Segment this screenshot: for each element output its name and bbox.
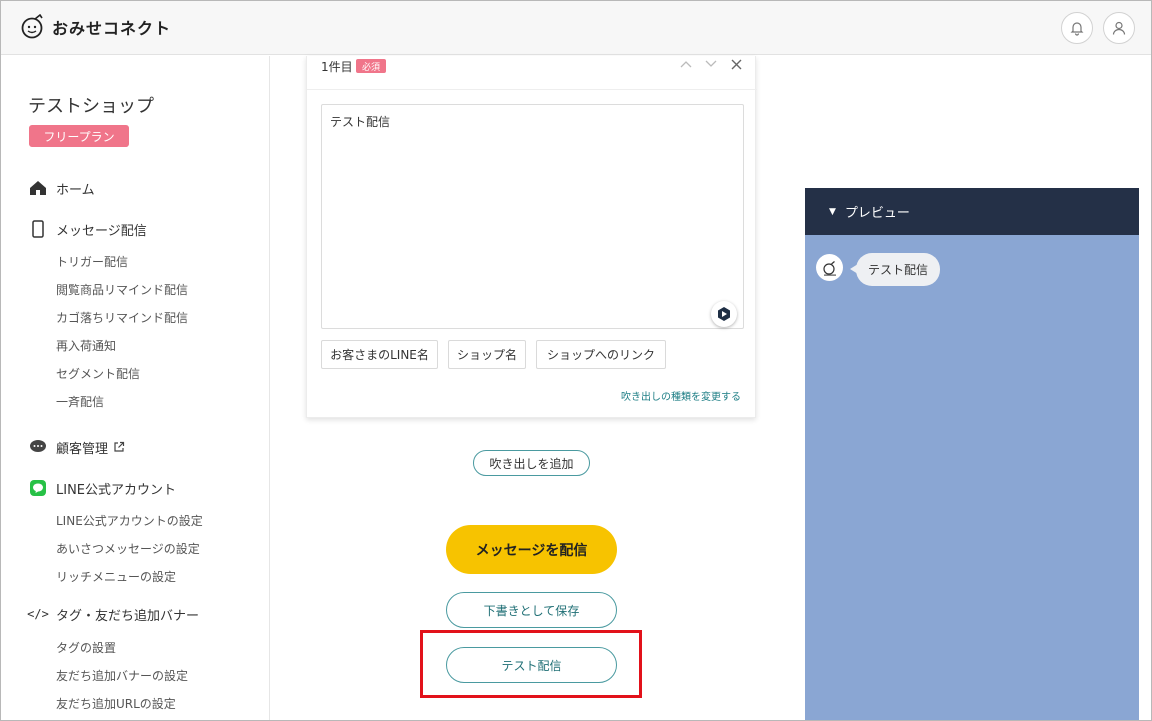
preview-header[interactable]: ▼ プレビュー	[805, 188, 1139, 235]
sidebar-subitem-cart-reminder[interactable]: カゴ落ちリマインド配信	[56, 309, 188, 327]
move-down-button[interactable]	[702, 54, 720, 74]
chat-bubble-icon	[28, 437, 48, 457]
test-send-button[interactable]: テスト配信	[446, 647, 617, 683]
insert-shop-name-button[interactable]: ショップ名	[448, 340, 526, 369]
chevron-down-icon	[705, 60, 717, 67]
sidebar-subitem-restock[interactable]: 再入荷通知	[56, 337, 116, 355]
sidebar-item-label: メッセージ配信	[56, 223, 147, 239]
sidebar-subitem-trigger[interactable]: トリガー配信	[56, 253, 128, 271]
sidebar-subitem-friend-banner[interactable]: 友だち追加バナーの設定	[56, 667, 188, 685]
sidebar-subitem-line-settings[interactable]: LINE公式アカウントの設定	[56, 512, 203, 530]
sidebar-item-label: 顧客管理	[56, 441, 109, 457]
user-icon	[1112, 21, 1126, 35]
close-button[interactable]	[727, 54, 745, 74]
home-icon	[28, 178, 48, 198]
bell-icon	[1070, 22, 1084, 36]
sidebar-subitem-segment[interactable]: セグメント配信	[56, 365, 140, 383]
caret-down-icon: ▼	[829, 206, 836, 217]
send-message-button[interactable]: メッセージを配信	[446, 525, 617, 574]
logo-icon	[21, 14, 43, 39]
emoji-button[interactable]	[711, 301, 737, 327]
sidebar-item-home[interactable]: ホーム	[28, 177, 95, 199]
sidebar-item-label: タグ・友だち追加バナー	[56, 608, 200, 624]
save-draft-button[interactable]: 下書きとして保存	[446, 592, 617, 628]
preview-panel: ▼ プレビュー テスト配信	[805, 188, 1139, 721]
smartphone-icon	[28, 219, 48, 239]
sidebar-item-label: LINE公式アカウント	[56, 482, 177, 498]
sidebar: テストショップ フリープラン ホーム メッセージ配信 トリガー配信 閲覧商品リマ…	[0, 56, 270, 721]
chevron-up-icon	[680, 61, 692, 68]
preview-message-bubble: テスト配信	[856, 253, 941, 286]
emoji-icon	[718, 307, 730, 321]
sidebar-item-customers[interactable]: 顧客管理	[28, 436, 125, 458]
sidebar-subitem-viewed-reminder[interactable]: 閲覧商品リマインド配信	[56, 281, 188, 299]
brand-name: おみせコネクト	[52, 19, 172, 38]
sidebar-subitem-rich-menu[interactable]: リッチメニューの設定	[56, 568, 176, 586]
insert-shop-link-button[interactable]: ショップへのリンク	[536, 340, 666, 369]
sidebar-subitem-friend-url[interactable]: 友だち追加URLの設定	[56, 695, 176, 713]
avatar	[816, 254, 843, 281]
insert-line-name-button[interactable]: お客さまのLINE名	[321, 340, 438, 369]
add-bubble-button[interactable]: 吹き出しを追加	[473, 450, 590, 476]
notification-button[interactable]	[1061, 12, 1093, 44]
sidebar-item-message[interactable]: メッセージ配信	[28, 218, 147, 240]
shop-avatar-icon	[822, 260, 836, 276]
account-button[interactable]	[1103, 12, 1135, 44]
card-header: 1件目 必須	[307, 56, 757, 90]
plan-badge: フリープラン	[29, 125, 129, 147]
move-up-button[interactable]	[677, 54, 695, 74]
card-title: 1件目	[321, 60, 353, 74]
preview-title: プレビュー	[844, 206, 910, 221]
close-icon	[731, 59, 741, 69]
sidebar-item-tags[interactable]: </> タグ・友だち追加バナー	[27, 603, 200, 625]
brand-logo[interactable]: おみせコネクト	[20, 10, 171, 44]
message-composer-card: 1件目 必須 テスト配信 お客さまのLINE名 ショップ名 ショップへのリンク …	[306, 56, 757, 418]
external-link-icon	[114, 441, 125, 452]
sidebar-item-line[interactable]: LINE公式アカウント	[28, 477, 176, 499]
message-textarea[interactable]: テスト配信	[321, 104, 744, 329]
sidebar-subitem-greeting[interactable]: あいさつメッセージの設定	[56, 540, 200, 558]
change-bubble-type-link[interactable]: 吹き出しの種類を変更する	[621, 388, 741, 403]
code-icon: </>	[27, 607, 49, 621]
shop-name: テストショップ	[28, 96, 154, 117]
app-header: おみせコネクト	[0, 0, 1152, 55]
sidebar-subitem-tag-install[interactable]: タグの設置	[56, 639, 116, 657]
required-badge: 必須	[356, 59, 386, 73]
sidebar-item-label: ホーム	[56, 182, 95, 198]
line-icon	[28, 478, 48, 498]
sidebar-subitem-broadcast[interactable]: 一斉配信	[56, 393, 104, 411]
